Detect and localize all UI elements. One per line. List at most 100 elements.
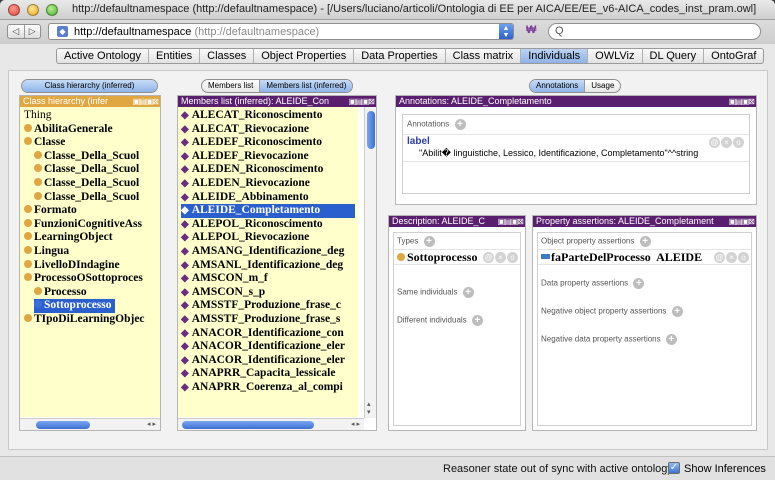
class-tree-node[interactable]: AbilitaGenerale bbox=[24, 123, 156, 137]
individual-list-item[interactable]: ◆ ANACOR_Identificazione_con bbox=[181, 327, 355, 341]
tab-classes[interactable]: Classes bbox=[200, 49, 255, 63]
usage-button[interactable]: Usage bbox=[584, 80, 620, 92]
class-hierarchy-inferred-button[interactable]: Class hierarchy (inferred) bbox=[22, 80, 157, 92]
view-controls-icon[interactable]: ▣▤▣⊠ bbox=[729, 96, 755, 107]
individual-list-item[interactable]: ◆ ALECAT_Rievocazione bbox=[181, 123, 355, 137]
view-controls-icon[interactable]: ▣▤▣⊠ bbox=[729, 216, 755, 227]
object-property-row[interactable]: faParteDelProcesso ALEIDE @ × o bbox=[538, 249, 751, 265]
individual-list-item[interactable]: ◆ AMSSTF_Produzione_frase_s bbox=[181, 313, 355, 327]
annotations-usage-toggle[interactable]: Annotations Usage bbox=[529, 79, 622, 93]
tab-owlviz[interactable]: OWLViz bbox=[588, 49, 643, 63]
class-tree-node[interactable]: LearningObject bbox=[24, 231, 156, 245]
class-tree-hscrollbar[interactable]: ◂ ▸ bbox=[20, 418, 160, 430]
class-tree-node[interactable]: Classe_Della_Scuol bbox=[24, 163, 156, 177]
individual-list-item[interactable]: ◆ ANACOR_Identificazione_eler bbox=[181, 354, 355, 368]
add-different-individual-icon[interactable]: + bbox=[471, 315, 483, 326]
class-hierarchy-toggle[interactable]: Class hierarchy (inferred) bbox=[21, 79, 158, 93]
annotate-icon[interactable]: @ bbox=[714, 252, 725, 263]
class-tree-node[interactable]: Thing bbox=[24, 109, 156, 123]
back-button[interactable]: ◁ bbox=[8, 25, 25, 38]
annotate-icon[interactable]: @ bbox=[709, 137, 720, 148]
individual-list-item[interactable]: ◆ ALEPOL_Rievocazione bbox=[181, 231, 355, 245]
individual-list-item[interactable]: ◆ AMSANL_Identificazione_deg bbox=[181, 259, 355, 273]
edit-icon[interactable]: o bbox=[507, 252, 518, 263]
scroll-arrows-icon[interactable]: ▴ ▾ bbox=[367, 400, 371, 416]
view-controls-icon[interactable]: ▣▤▣⊠ bbox=[349, 96, 375, 107]
class-tree-node[interactable]: ProcessoOSottoproces bbox=[24, 272, 156, 286]
add-negative-object-property-icon[interactable]: + bbox=[671, 306, 683, 317]
add-negative-data-property-icon[interactable]: + bbox=[665, 334, 677, 345]
add-object-property-icon[interactable]: + bbox=[639, 236, 651, 247]
zoom-window-button[interactable] bbox=[46, 4, 58, 16]
individual-list-item[interactable]: ◆ ALEDEN_Rievocazione bbox=[181, 177, 355, 191]
individual-list-item[interactable]: ◆ AMSSTF_Produzione_frase_c bbox=[181, 299, 355, 313]
individual-list-item[interactable]: ◆ ALEIDE_Completamento bbox=[181, 204, 355, 218]
members-hscrollbar[interactable]: ◂ ▸ bbox=[178, 418, 364, 430]
search-input[interactable]: Q bbox=[548, 23, 761, 40]
individual-list-item[interactable]: ◆ ALEDEN_Riconoscimento bbox=[181, 163, 355, 177]
add-data-property-icon[interactable]: + bbox=[633, 278, 645, 289]
members-list-toggle[interactable]: Members list Members list (inferred) bbox=[201, 79, 354, 93]
scroll-arrows-icon[interactable]: ◂ ▸ bbox=[147, 420, 156, 428]
tab-active-ontology[interactable]: Active Ontology bbox=[57, 49, 150, 63]
forward-button[interactable]: ▷ bbox=[25, 25, 41, 38]
add-annotation-icon[interactable]: + bbox=[454, 119, 466, 130]
individual-list-item[interactable]: ◆ ALEIDE_Abbinamento bbox=[181, 191, 355, 205]
individual-list-item[interactable]: ◆ AMSANG_Identificazione_deg bbox=[181, 245, 355, 259]
tab-class-matrix[interactable]: Class matrix bbox=[446, 49, 522, 63]
class-tree-node[interactable]: Lingua bbox=[24, 245, 156, 259]
edit-icon[interactable]: o bbox=[738, 252, 749, 263]
add-same-individual-icon[interactable]: + bbox=[462, 287, 474, 298]
members-vscrollbar[interactable]: ▴ ▾ bbox=[364, 107, 376, 418]
tab-entities[interactable]: Entities bbox=[149, 49, 201, 63]
scroll-arrows-icon[interactable]: ◂ ▸ bbox=[351, 420, 360, 428]
add-type-icon[interactable]: + bbox=[423, 236, 435, 247]
individual-list-item[interactable]: ◆ ANAPRR_Capacita_lessicale bbox=[181, 367, 355, 381]
individual-list-item[interactable]: ◆ ALEDEF_Rievocazione bbox=[181, 150, 355, 164]
individual-list-item[interactable]: ◆ ALEDEF_Riconoscimento bbox=[181, 136, 355, 150]
view-controls-icon[interactable]: ▣▤▣⊠ bbox=[133, 96, 159, 107]
edit-icon[interactable]: o bbox=[733, 137, 744, 148]
minimize-window-button[interactable] bbox=[27, 4, 39, 16]
view-controls-icon[interactable]: ▣▤▣⊠ bbox=[498, 216, 524, 227]
annotate-icon[interactable]: @ bbox=[483, 252, 494, 263]
class-tree-node[interactable]: Classe bbox=[24, 136, 156, 150]
annotations-button[interactable]: Annotations bbox=[530, 80, 585, 92]
individual-list-item[interactable]: ◆ AMSCON_m_f bbox=[181, 272, 355, 286]
class-tree-node[interactable]: Formato bbox=[24, 204, 156, 218]
tab-dl-query[interactable]: DL Query bbox=[643, 49, 705, 63]
tab-individuals[interactable]: Individuals bbox=[521, 49, 589, 63]
members-list-inferred-button[interactable]: Members list (inferred) bbox=[259, 80, 353, 92]
tab-object-properties[interactable]: Object Properties bbox=[254, 49, 355, 63]
delete-icon[interactable]: × bbox=[495, 252, 506, 263]
individual-list-item[interactable]: ◆ ALEPOL_Riconoscimento bbox=[181, 218, 355, 232]
hscroll-thumb[interactable] bbox=[36, 421, 90, 429]
class-tree-node[interactable]: TIpoDiLearningObjec bbox=[24, 313, 156, 327]
class-tree-node[interactable]: LivelloDIndagine bbox=[24, 259, 156, 273]
entity-url-selector[interactable]: ◆ http://defaultnamespace (http://defaul… bbox=[48, 23, 514, 40]
show-inferences-checkbox[interactable]: ✓ bbox=[668, 462, 680, 474]
class-tree-node[interactable]: Classe_Della_Scuol bbox=[24, 191, 156, 205]
class-tree-node[interactable]: Sottoprocesso bbox=[24, 299, 156, 313]
show-inferences-label[interactable]: Show Inferences bbox=[684, 463, 766, 475]
members-list-button[interactable]: Members list bbox=[202, 80, 259, 92]
delete-icon[interactable]: × bbox=[721, 137, 732, 148]
tab-ontograf[interactable]: OntoGraf bbox=[704, 49, 763, 63]
individual-list-item[interactable]: ◆ ALECAT_Riconoscimento bbox=[181, 109, 355, 123]
class-tree-node[interactable]: Processo bbox=[24, 286, 156, 300]
url-dropdown-icon[interactable]: ▲ ▼ bbox=[499, 24, 513, 39]
individual-list-item[interactable]: ◆ AMSCON_s_p bbox=[181, 286, 355, 300]
class-tree-node[interactable]: Classe_Della_Scuol bbox=[24, 150, 156, 164]
close-window-button[interactable] bbox=[8, 4, 20, 16]
type-row[interactable]: Sottoprocesso @ × o bbox=[394, 249, 520, 265]
class-tree-node[interactable]: FunzioniCognitiveAss bbox=[24, 218, 156, 232]
delete-icon[interactable]: × bbox=[726, 252, 737, 263]
class-tree-node[interactable]: Classe_Della_Scuol bbox=[24, 177, 156, 191]
vscroll-thumb[interactable] bbox=[367, 111, 375, 149]
tab-data-properties[interactable]: Data Properties bbox=[354, 49, 446, 63]
find-icon[interactable]: ₩ bbox=[526, 24, 536, 36]
individual-list-item[interactable]: ◆ ANAPRR_Coerenza_al_compi bbox=[181, 381, 355, 395]
annotation-row[interactable]: label "Abilit� linguistiche, Lessico, Id… bbox=[403, 134, 749, 162]
hscroll-thumb[interactable] bbox=[182, 421, 314, 429]
individual-list-item[interactable]: ◆ ANACOR_Identificazione_eler bbox=[181, 340, 355, 354]
